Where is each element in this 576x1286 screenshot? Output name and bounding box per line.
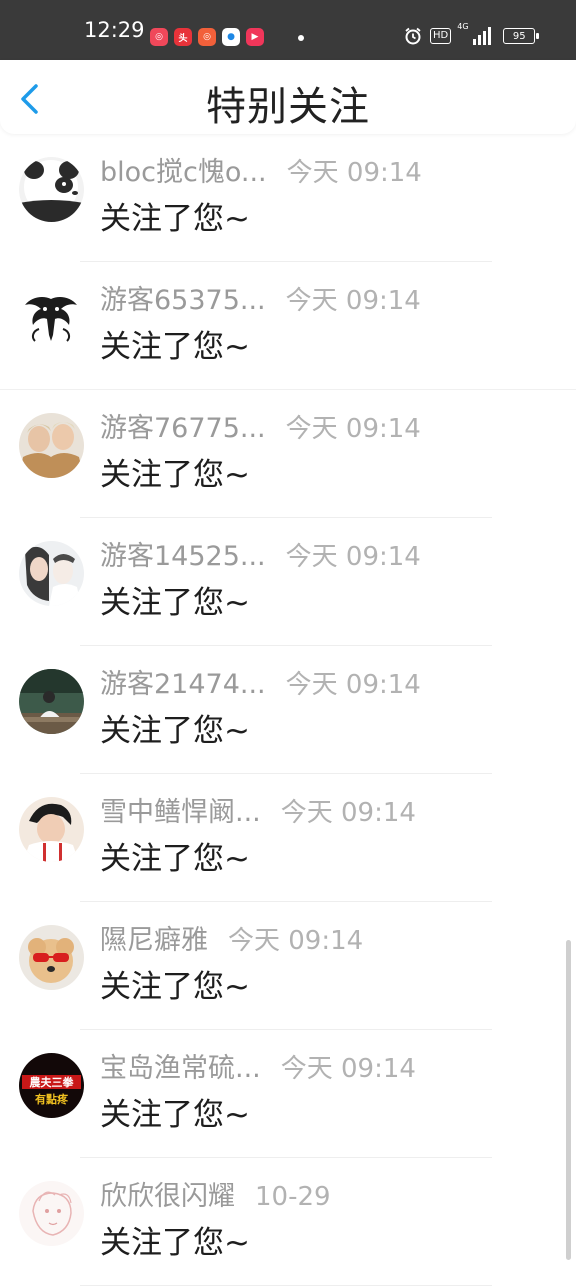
avatar[interactable]: [19, 925, 84, 990]
username[interactable]: 游客76775...: [100, 406, 266, 445]
item-header: 宝岛渔常硫... 今天 09:14: [100, 1046, 416, 1085]
timestamp: 今天 09:14: [280, 798, 416, 828]
network-type: 4G: [457, 22, 469, 31]
avatar[interactable]: [19, 669, 84, 734]
message-text: 关注了您~: [100, 1097, 250, 1133]
username[interactable]: 游客65375...: [100, 278, 266, 317]
list-item[interactable]: 農夫三拳 有點疼 宝岛渔常硫... 今天 09:14 关注了您~: [0, 1030, 576, 1158]
message-text: 关注了您~: [100, 969, 250, 1005]
avatar[interactable]: [19, 157, 84, 222]
status-bar: 12:29 ◎ 头 ◎ ● ▶ HD 4G 95: [0, 0, 576, 60]
hd-voice-icon: HD: [430, 28, 452, 44]
list-item[interactable]: 游客76775... 今天 09:14 关注了您~: [0, 390, 576, 518]
couple-avatar-image: [19, 541, 84, 606]
message-text: 关注了您~: [100, 201, 250, 237]
timestamp: 今天 09:14: [285, 414, 421, 444]
username[interactable]: 宝岛渔常硫...: [100, 1046, 261, 1085]
avatar[interactable]: 農夫三拳 有點疼: [19, 1053, 84, 1118]
username[interactable]: 游客14525...: [100, 534, 266, 573]
avatar[interactable]: [19, 413, 84, 478]
status-indicators: HD 4G 95: [404, 22, 540, 45]
battery-level: 95: [512, 30, 526, 42]
timestamp: 今天 09:14: [280, 1054, 416, 1084]
list-item[interactable]: 游客65375... 今天 09:14 关注了您~: [0, 262, 576, 390]
classroom-avatar-image: [19, 669, 84, 734]
person-avatar-image: [19, 797, 84, 862]
video-icon: ▶: [246, 28, 264, 46]
timestamp: 今天 09:14: [285, 670, 421, 700]
list-item[interactable]: 欣欣很闪耀 10-29 关注了您~: [0, 1158, 576, 1286]
header-bar: 特别关注: [0, 60, 576, 134]
username[interactable]: 雪中鳝悍阚...: [100, 790, 261, 829]
timestamp: 10-29: [255, 1182, 331, 1212]
sketch-avatar-image: [19, 1181, 84, 1246]
avatar-text-line1: 農夫三拳: [30, 1075, 75, 1089]
item-header: 雪中鳝悍阚... 今天 09:14: [100, 790, 416, 829]
timestamp: 今天 09:14: [228, 926, 364, 956]
username[interactable]: bloc搅c愧o...: [100, 150, 267, 189]
list-item[interactable]: 雪中鳝悍阚... 今天 09:14 关注了您~: [0, 774, 576, 902]
timestamp: 今天 09:14: [286, 158, 422, 188]
status-time: 12:29: [84, 18, 145, 42]
item-header: 欣欣很闪耀 10-29: [100, 1174, 331, 1213]
list-item[interactable]: 游客14525... 今天 09:14 关注了您~: [0, 518, 576, 646]
timestamp: 今天 09:14: [285, 286, 421, 316]
item-header: 游客14525... 今天 09:14: [100, 534, 421, 573]
avatar[interactable]: [19, 797, 84, 862]
scrollbar[interactable]: [566, 940, 571, 1260]
toutiao-icon: 头: [174, 28, 192, 46]
avatar[interactable]: [19, 1181, 84, 1246]
message-text: 关注了您~: [100, 713, 250, 749]
more-notifications-dot: [298, 35, 304, 41]
text-avatar-image: 農夫三拳 有點疼: [19, 1053, 84, 1118]
xiaohongshu-icon: ◎: [198, 28, 216, 46]
avatar-text-line2: 有點疼: [35, 1092, 69, 1106]
xiaohongshu-icon: ◎: [150, 28, 168, 46]
two-people-avatar-image: [19, 413, 84, 478]
signal-icon: 4G: [457, 22, 492, 45]
item-header: 隰尼癖雅 今天 09:14: [100, 918, 363, 957]
username[interactable]: 游客21474...: [100, 662, 266, 701]
panda-avatar-image: [19, 157, 84, 222]
message-text: 关注了您~: [100, 329, 250, 365]
item-header: 游客21474... 今天 09:14: [100, 662, 421, 701]
tribal-art-avatar-image: [19, 285, 84, 350]
list-item[interactable]: 隰尼癖雅 今天 09:14 关注了您~: [0, 902, 576, 1030]
message-text: 关注了您~: [100, 841, 250, 877]
item-header: 游客65375... 今天 09:14: [100, 278, 421, 317]
list-item[interactable]: bloc搅c愧o... 今天 09:14 关注了您~: [0, 134, 576, 262]
alarm-icon: [405, 27, 421, 45]
message-text: 关注了您~: [100, 585, 250, 621]
battery-icon: 95: [503, 28, 540, 44]
app-blue-icon: ●: [222, 28, 240, 46]
item-header: 游客76775... 今天 09:14: [100, 406, 421, 445]
username[interactable]: 隰尼癖雅: [100, 918, 208, 957]
dog-avatar-image: [19, 925, 84, 990]
message-text: 关注了您~: [100, 1225, 250, 1261]
notification-app-icons: ◎ 头 ◎ ● ▶: [150, 28, 264, 46]
follow-notification-list: bloc搅c愧o... 今天 09:14 关注了您~ 游客65375... 今天…: [0, 134, 576, 1286]
page-title: 特别关注: [206, 84, 370, 130]
avatar[interactable]: [19, 541, 84, 606]
username[interactable]: 欣欣很闪耀: [100, 1174, 235, 1213]
message-text: 关注了您~: [100, 457, 250, 493]
timestamp: 今天 09:14: [285, 542, 421, 572]
item-header: bloc搅c愧o... 今天 09:14: [100, 150, 422, 189]
list-item[interactable]: 游客21474... 今天 09:14 关注了您~: [0, 646, 576, 774]
avatar[interactable]: [19, 285, 84, 350]
